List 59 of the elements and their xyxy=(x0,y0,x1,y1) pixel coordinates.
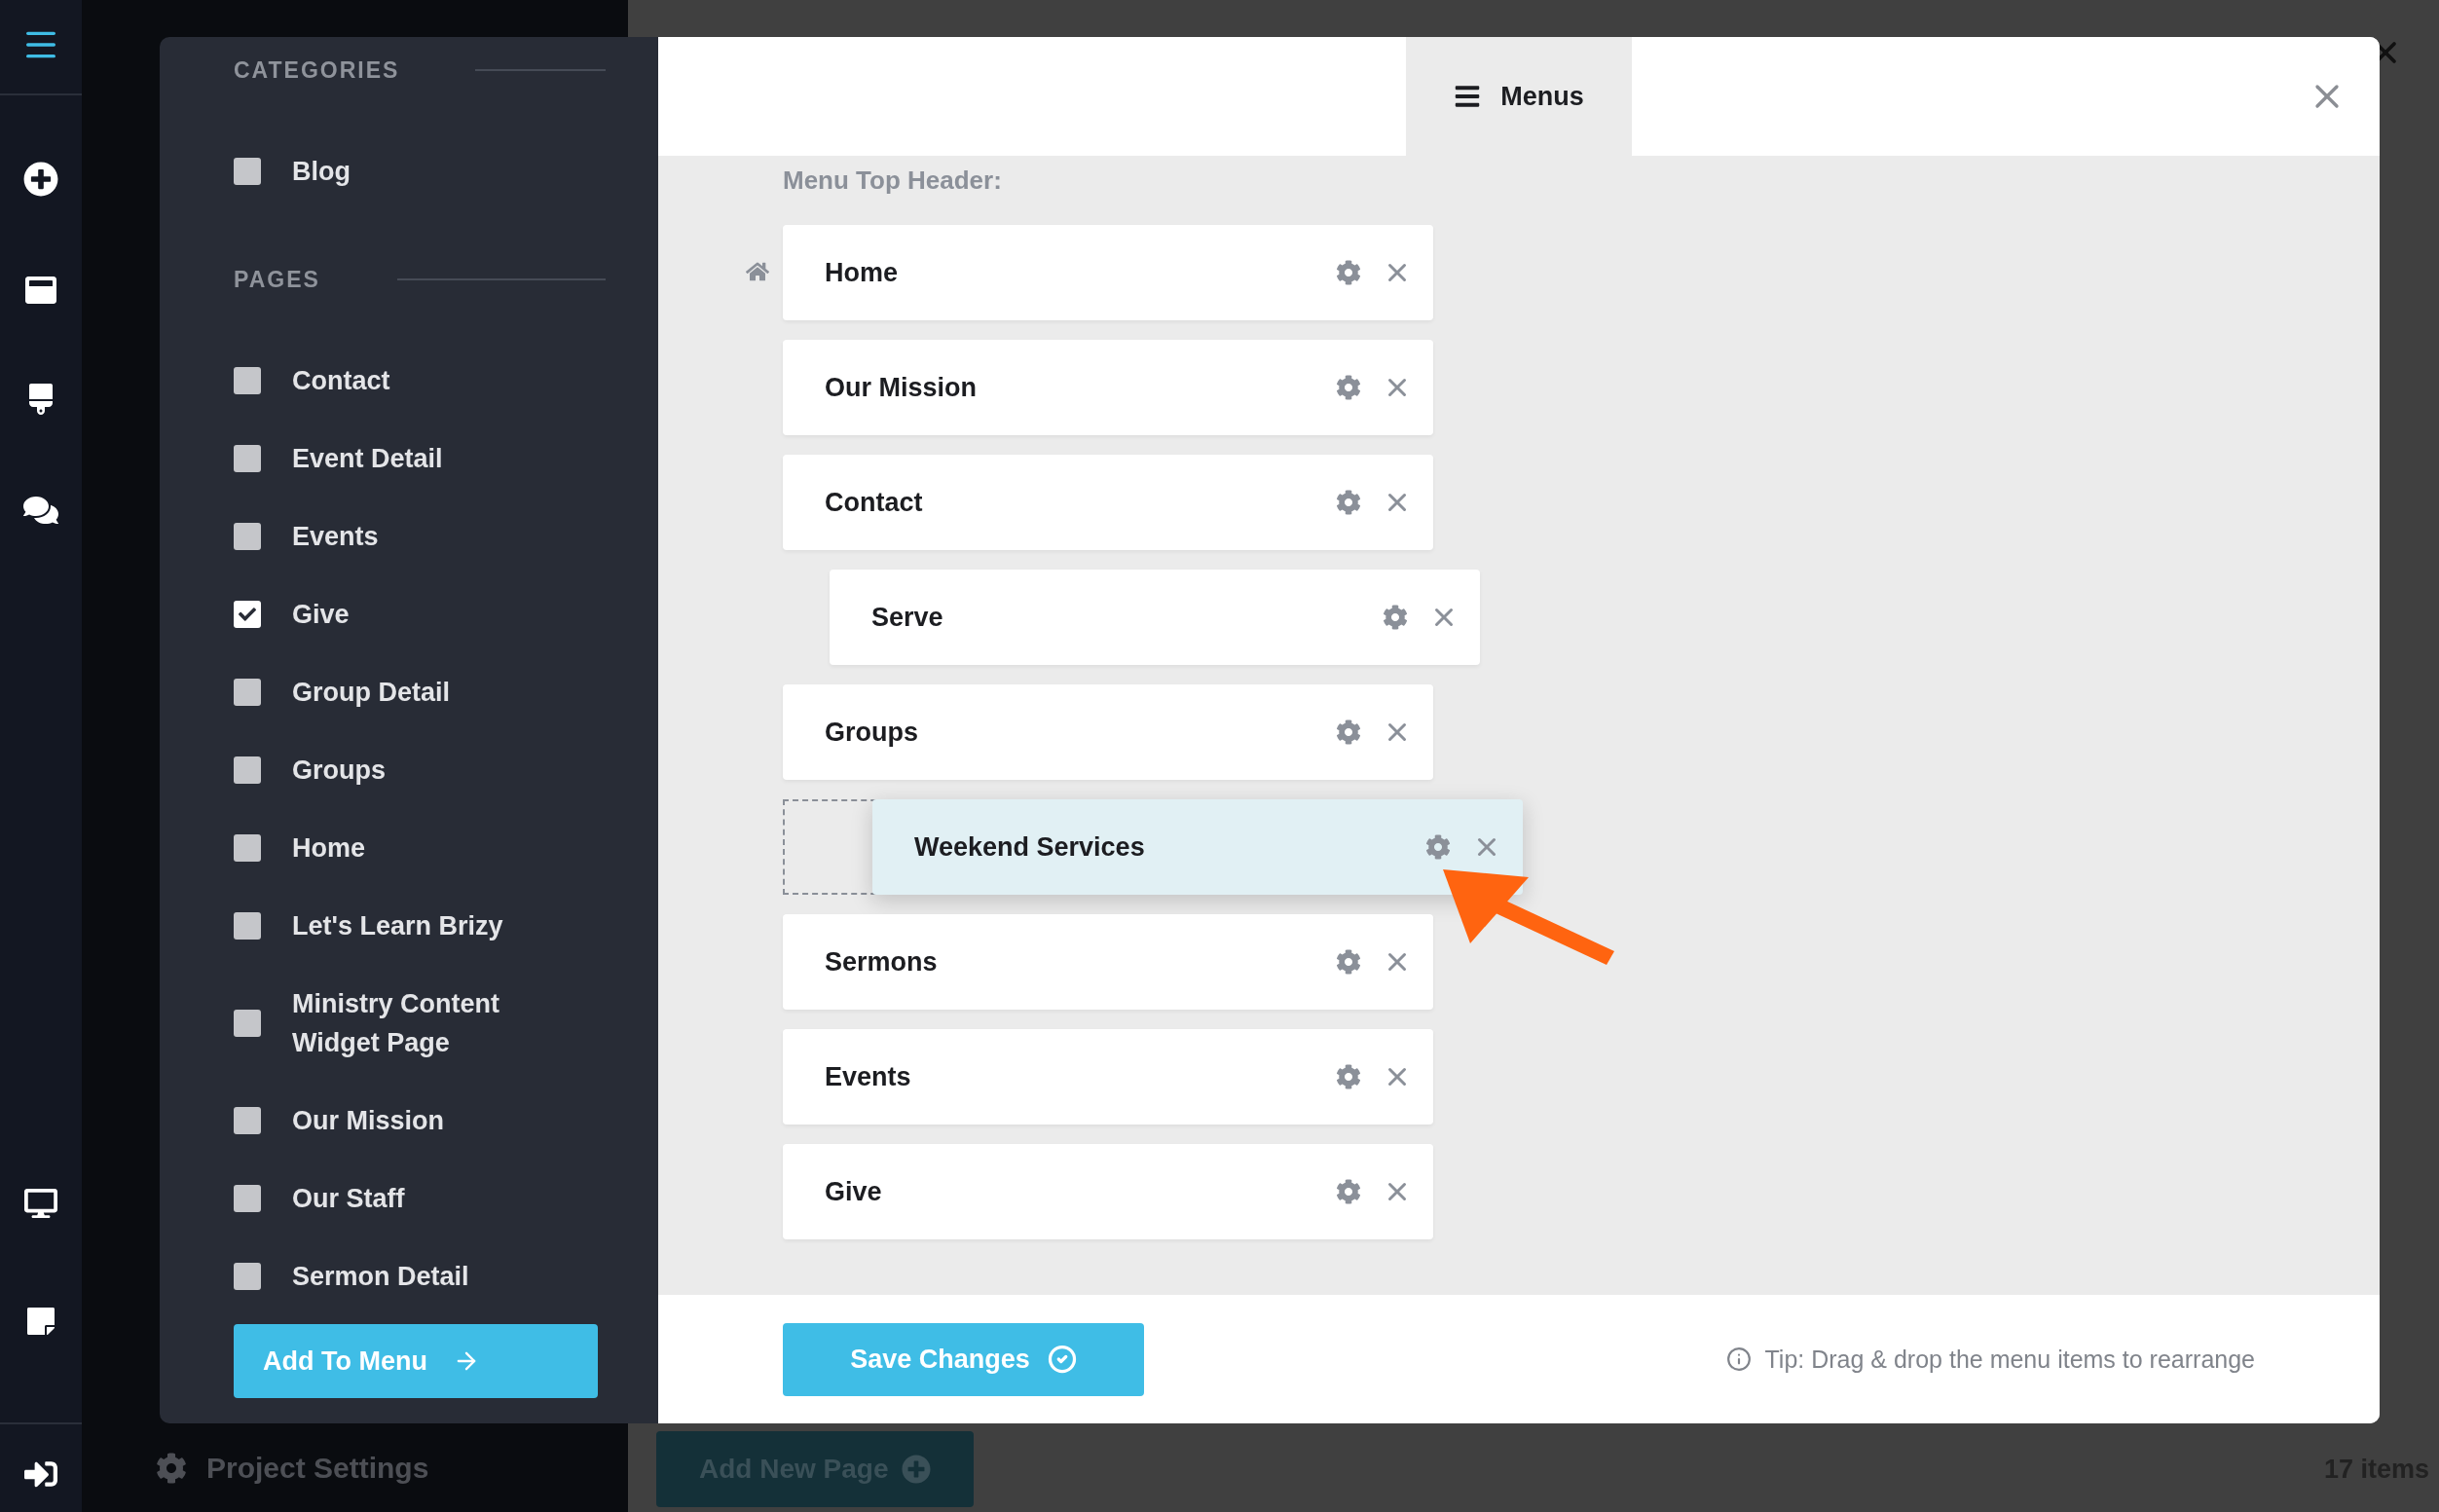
page-label: Group Detail xyxy=(292,677,450,709)
checkbox[interactable] xyxy=(234,834,261,862)
page-label: Ministry Content Widget Page xyxy=(292,988,500,1059)
checkbox[interactable] xyxy=(234,523,261,550)
window-icon[interactable] xyxy=(25,275,56,306)
settings-button[interactable] xyxy=(1336,1179,1361,1204)
menu-title: Menu Top Header: xyxy=(783,165,1003,197)
page-label: Let's Learn Brizy xyxy=(292,910,503,942)
note-icon[interactable] xyxy=(25,1306,56,1337)
add-icon xyxy=(902,1455,932,1484)
menu-item[interactable]: Contact xyxy=(783,455,1433,550)
checkbox[interactable] xyxy=(234,679,261,706)
settings-button[interactable] xyxy=(1383,605,1408,630)
menu-item[interactable]: Groups xyxy=(783,684,1433,780)
menu-item[interactable]: Events xyxy=(783,1029,1433,1125)
menus-tab[interactable]: Menus xyxy=(1406,37,1632,156)
info-icon xyxy=(1725,1346,1752,1372)
checkbox[interactable] xyxy=(234,912,261,940)
menu-icon xyxy=(1454,83,1482,110)
checkbox[interactable] xyxy=(234,756,261,784)
settings-button[interactable] xyxy=(1425,834,1451,860)
checkbox[interactable] xyxy=(234,601,261,628)
check-circle-icon xyxy=(1047,1345,1077,1374)
menu-item[interactable]: Sermons xyxy=(783,914,1433,1010)
section-title: CATEGORIES xyxy=(234,56,400,84)
checkbox[interactable] xyxy=(234,367,261,394)
page-label: Give xyxy=(292,599,350,631)
page-label: Our Mission xyxy=(292,1105,444,1137)
settings-button[interactable] xyxy=(1336,375,1361,400)
menu-item[interactable]: Weekend Services xyxy=(872,799,1523,895)
settings-button[interactable] xyxy=(1336,949,1361,975)
checkbox[interactable] xyxy=(234,1010,261,1037)
settings-icon xyxy=(156,1453,187,1484)
settings-button[interactable] xyxy=(1336,719,1361,745)
checkbox[interactable] xyxy=(234,1185,261,1212)
checkbox[interactable] xyxy=(234,158,261,185)
settings-button[interactable] xyxy=(1336,490,1361,515)
check-icon xyxy=(239,606,256,623)
page-label: Blog xyxy=(292,156,351,188)
page-label: Contact xyxy=(292,365,390,397)
tip-text: Tip: Drag & drop the menu items to rearrange xyxy=(1764,1345,2255,1374)
checkbox[interactable] xyxy=(234,445,261,472)
menu-item[interactable]: Give xyxy=(783,1144,1433,1239)
settings-button[interactable] xyxy=(1336,1064,1361,1089)
menu-item[interactable]: Serve xyxy=(830,570,1480,665)
add-icon[interactable] xyxy=(23,162,58,197)
page-label: Events xyxy=(292,521,379,553)
checkbox[interactable] xyxy=(234,1107,261,1134)
page-label: Home xyxy=(292,832,365,865)
page-label: Our Staff xyxy=(292,1183,405,1215)
menu-item[interactable]: Home xyxy=(783,225,1433,320)
settings-button[interactable] xyxy=(1336,260,1361,285)
page-label: Event Detail xyxy=(292,443,443,475)
page-label: Sermon Detail xyxy=(292,1261,469,1293)
monitor-icon[interactable] xyxy=(24,1187,57,1220)
checkbox[interactable] xyxy=(234,1263,261,1290)
menu-item[interactable]: Our Mission xyxy=(783,340,1433,435)
section-title: PAGES xyxy=(234,266,320,293)
page-label: Groups xyxy=(292,755,386,787)
